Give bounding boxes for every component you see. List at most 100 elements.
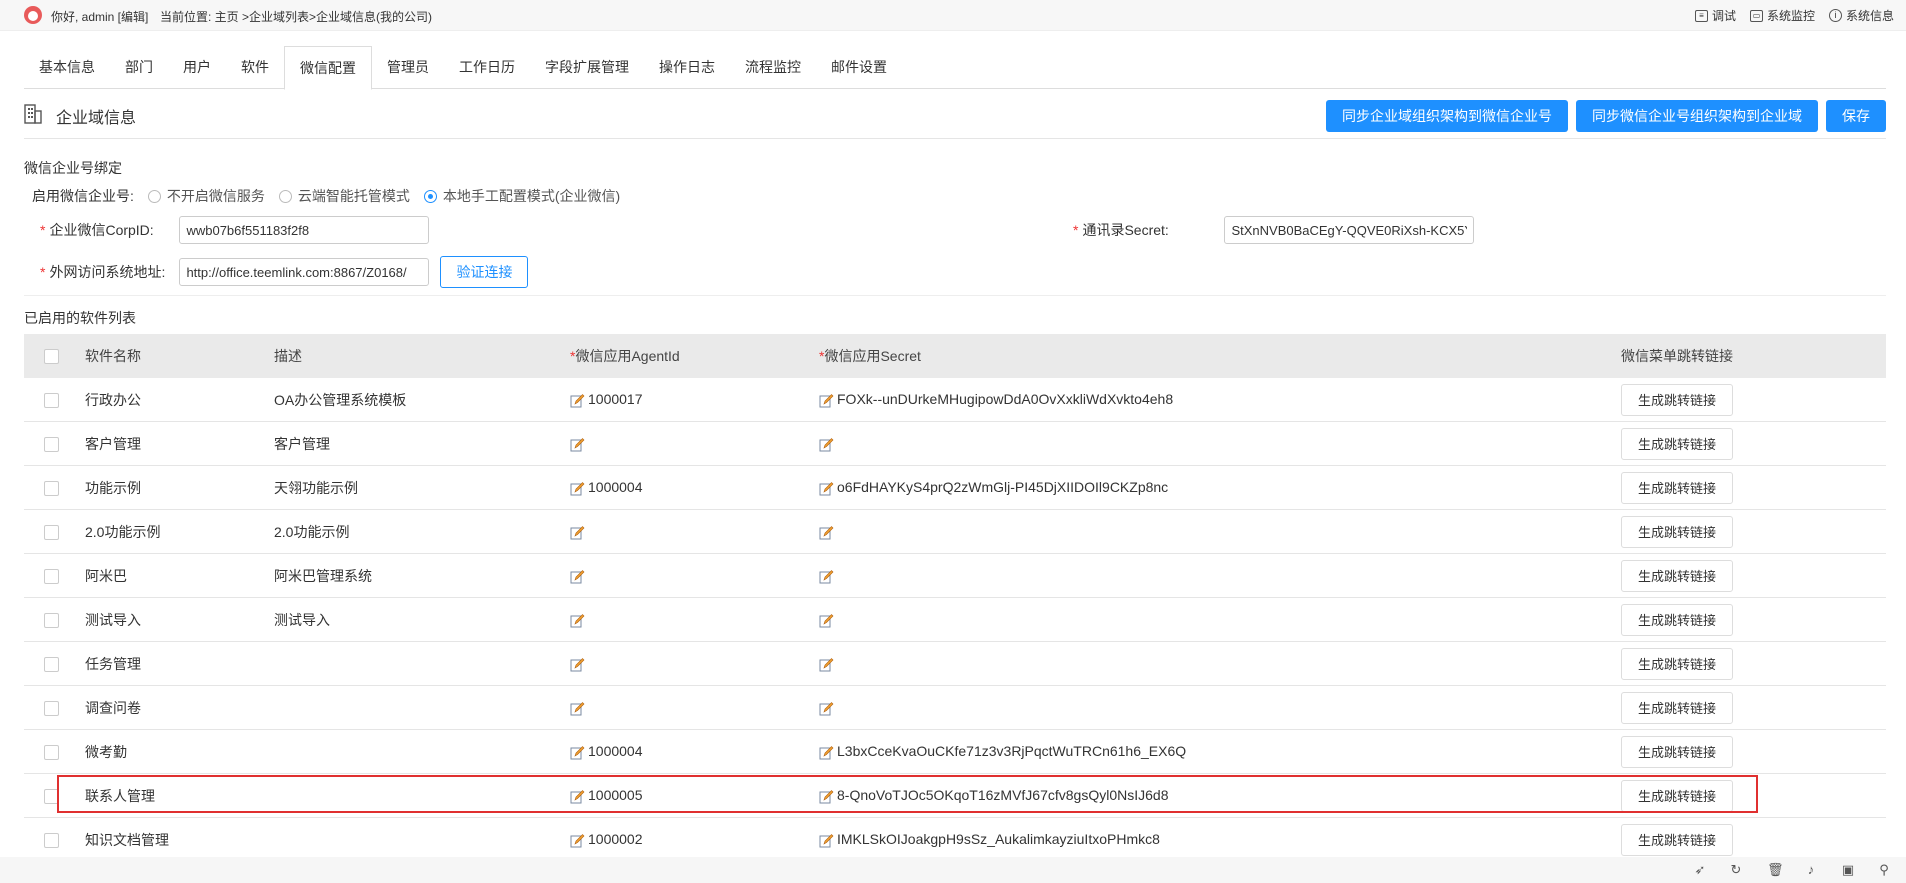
generate-link-button[interactable]: 生成跳转链接: [1621, 691, 1734, 724]
tab-users[interactable]: 用户: [168, 46, 226, 88]
col-secret: 微信应用Secret: [824, 348, 921, 364]
edit-icon[interactable]: [570, 657, 585, 672]
tab-work-calendar[interactable]: 工作日历: [444, 46, 530, 88]
contacts-secret-input[interactable]: [1224, 216, 1475, 244]
sync-to-wechat-button[interactable]: 同步企业域组织架构到微信企业号: [1326, 100, 1568, 132]
corpid-row: * 企业微信CorpID:: [40, 216, 430, 244]
page-title: 企业域信息: [56, 110, 137, 127]
edit-icon[interactable]: [570, 789, 585, 804]
agentid-value: 1000004: [588, 479, 643, 496]
edit-icon[interactable]: [819, 833, 834, 848]
secret-value: o6FdHAYKyS4prQ2zWmGlj-PI45DjXIIDOIl9CKZp…: [837, 479, 1169, 496]
monitor-link[interactable]: ▭ 系统监控: [1749, 7, 1815, 24]
tab-wechat-config[interactable]: 微信配置: [284, 46, 372, 90]
edit-icon[interactable]: [819, 569, 834, 584]
edit-icon[interactable]: [819, 437, 834, 452]
software-name: 功能示例: [85, 465, 274, 510]
trash-icon[interactable]: 🗑: [1767, 863, 1784, 877]
software-name: 任务管理: [85, 641, 274, 686]
edit-icon[interactable]: [570, 481, 585, 496]
sync-from-wechat-button[interactable]: 同步微信企业号组织架构到企业域: [1576, 100, 1818, 132]
radio-cloud-mode[interactable]: 云端智能托管模式: [278, 186, 410, 206]
tab-software[interactable]: 软件: [226, 46, 284, 88]
rocket-icon[interactable]: ➶: [1693, 863, 1707, 877]
edit-icon[interactable]: [570, 437, 585, 452]
table-row: 任务管理 生成跳转链接: [24, 641, 1886, 686]
table-row: 2.0功能示例 2.0功能示例 生成跳转链接: [24, 509, 1886, 554]
window-icon[interactable]: ▣: [1841, 863, 1855, 877]
row-checkbox[interactable]: [44, 480, 59, 496]
row-checkbox[interactable]: [44, 436, 59, 452]
edit-icon[interactable]: [819, 525, 834, 540]
edit-icon[interactable]: [819, 481, 834, 496]
avatar[interactable]: [24, 6, 42, 24]
edit-icon[interactable]: [570, 569, 585, 584]
system-info-link[interactable]: i 系统信息: [1828, 7, 1894, 24]
secret-row: * 通讯录Secret:: [1073, 216, 1475, 244]
edit-icon[interactable]: [819, 789, 834, 804]
save-button[interactable]: 保存: [1826, 100, 1886, 132]
row-checkbox[interactable]: [44, 788, 59, 804]
tab-field-extension[interactable]: 字段扩展管理: [530, 46, 644, 88]
required-mark: *: [1073, 222, 1079, 238]
software-name: 行政办公: [85, 378, 274, 422]
row-checkbox[interactable]: [44, 612, 59, 628]
row-checkbox[interactable]: [44, 700, 59, 716]
refresh-icon[interactable]: ↻: [1729, 863, 1743, 877]
verify-connection-button[interactable]: 验证连接: [440, 256, 529, 288]
tab-operation-log[interactable]: 操作日志: [644, 46, 730, 88]
greeting[interactable]: 你好, admin [编辑]: [51, 8, 148, 25]
tab-mail-settings[interactable]: 邮件设置: [816, 46, 902, 88]
debug-link[interactable]: ≡ 调试: [1694, 7, 1736, 24]
software-desc: 测试导入: [274, 597, 570, 642]
secret-value: IMKLSkOIJoakgpH9sSz_AukalimkayziuItxoPHm…: [837, 831, 1160, 848]
generate-link-button[interactable]: 生成跳转链接: [1621, 779, 1734, 812]
edit-icon[interactable]: [819, 657, 834, 672]
generate-link-button[interactable]: 生成跳转链接: [1621, 383, 1734, 416]
generate-link-button[interactable]: 生成跳转链接: [1621, 823, 1734, 856]
tab-basic-info[interactable]: 基本信息: [24, 46, 110, 88]
row-checkbox[interactable]: [44, 656, 59, 672]
generate-link-button[interactable]: 生成跳转链接: [1621, 427, 1734, 460]
software-name: 测试导入: [85, 597, 274, 642]
edit-icon[interactable]: [819, 613, 834, 628]
edit-icon[interactable]: [819, 701, 834, 716]
edit-icon[interactable]: [570, 393, 585, 408]
row-checkbox[interactable]: [44, 744, 59, 760]
agentid-value: 1000002: [588, 831, 643, 848]
edit-icon[interactable]: [819, 393, 834, 408]
generate-link-button[interactable]: 生成跳转链接: [1621, 735, 1734, 768]
col-agentid: 微信应用AgentId: [575, 348, 680, 364]
edit-icon[interactable]: [570, 701, 585, 716]
radio-local-mode[interactable]: 本地手工配置模式(企业微信): [423, 186, 620, 206]
edit-icon[interactable]: [570, 525, 585, 540]
generate-link-button[interactable]: 生成跳转链接: [1621, 471, 1734, 504]
edit-icon[interactable]: [570, 613, 585, 628]
row-checkbox[interactable]: [44, 392, 59, 408]
col-name: 软件名称: [85, 334, 274, 378]
tab-department[interactable]: 部门: [110, 46, 168, 88]
edit-icon[interactable]: [819, 745, 834, 760]
radio-disable-wechat[interactable]: 不开启微信服务: [147, 186, 265, 206]
row-checkbox[interactable]: [44, 832, 59, 848]
select-all-checkbox[interactable]: [44, 349, 59, 365]
col-desc: 描述: [274, 334, 570, 378]
edit-icon[interactable]: [570, 745, 585, 760]
generate-link-button[interactable]: 生成跳转链接: [1621, 559, 1734, 592]
external-url-input[interactable]: [179, 258, 430, 286]
generate-link-button[interactable]: 生成跳转链接: [1621, 515, 1734, 548]
software-desc: 客户管理: [274, 421, 570, 466]
generate-link-button[interactable]: 生成跳转链接: [1621, 603, 1734, 636]
software-desc: [274, 685, 570, 730]
software-name: 客户管理: [85, 421, 274, 466]
secret-value: L3bxCceKvaOuCKfe71z3v3RjPqctWuTRCn61h6_E…: [837, 743, 1187, 760]
generate-link-button[interactable]: 生成跳转链接: [1621, 647, 1734, 680]
tab-admin[interactable]: 管理员: [372, 46, 444, 88]
row-checkbox[interactable]: [44, 524, 59, 540]
sound-icon[interactable]: ♪: [1804, 863, 1818, 877]
edit-icon[interactable]: [570, 833, 585, 848]
tab-flow-monitor[interactable]: 流程监控: [730, 46, 816, 88]
corpid-input[interactable]: [179, 216, 430, 244]
search-icon[interactable]: ⚲: [1877, 863, 1891, 877]
row-checkbox[interactable]: [44, 568, 59, 584]
